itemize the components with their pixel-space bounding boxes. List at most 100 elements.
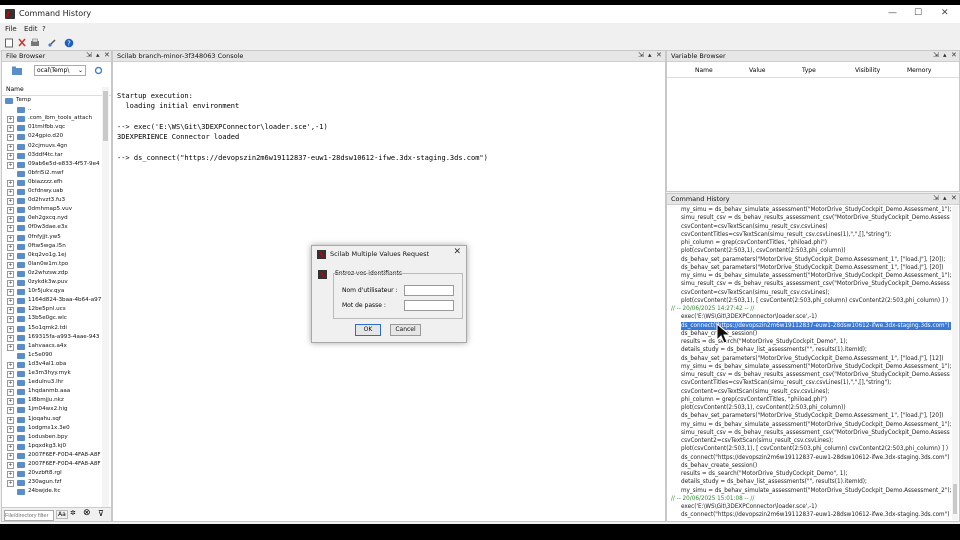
expand-icon[interactable]: + (7, 280, 14, 287)
menu-edit[interactable]: Edit (24, 25, 38, 33)
expand-icon[interactable]: + (7, 289, 14, 297)
expand-icon[interactable]: + (7, 143, 14, 151)
expand-icon[interactable]: + (7, 343, 14, 351)
folder-icon[interactable] (12, 66, 22, 75)
expand-icon[interactable]: + (7, 361, 14, 369)
help-icon[interactable]: ? (64, 38, 74, 48)
expand-icon[interactable]: + (7, 452, 14, 460)
history-entry[interactable]: my_simu = ds_behav_simulate_assessment("… (681, 487, 951, 495)
history-entry[interactable]: plot(csvContent(2:503,1), [ csvContent(2… (681, 445, 948, 453)
tree-item[interactable]: .. (2, 105, 102, 114)
history-entry[interactable]: ds_connect("https://devopszin2m6w1911283… (681, 511, 949, 519)
tree-item[interactable]: +0fnfyjjt.yw5 (2, 233, 102, 242)
maximize-button[interactable]: ☐ (914, 8, 922, 18)
history-entry[interactable]: phi_column = grep(csvContentTitles, "phi… (681, 396, 827, 404)
settings-icon[interactable]: ▴ (943, 51, 947, 59)
history-entry[interactable]: ds_behav_set_parameters("MotorDrive_Stud… (681, 412, 943, 420)
username-input[interactable] (404, 285, 454, 296)
history-entry[interactable]: my_simu = ds_behav_simulate_assessment("… (681, 206, 951, 214)
col-memory[interactable]: Memory (907, 67, 931, 74)
expand-icon[interactable]: + (7, 389, 14, 397)
col-name[interactable]: Name (695, 67, 713, 74)
expand-icon[interactable]: + (7, 471, 14, 479)
expand-icon[interactable]: + (7, 134, 14, 142)
history-entry[interactable]: csvContentTitles=csvTextScan(simu_result… (681, 231, 891, 239)
tree-item[interactable]: +0eh2gxcq.nyd (2, 214, 102, 224)
history-entry[interactable]: plot(csvContent(2:503,1), csvContent(2:5… (681, 404, 846, 412)
history-entry[interactable]: details_study = ds_behav_list_assessment… (681, 478, 867, 486)
tree-item[interactable]: +12be5pnl.ucs (2, 305, 102, 315)
undock-icon[interactable]: ⇲ (638, 51, 644, 59)
tree-item[interactable]: +20vzbft8.rgl (2, 469, 102, 479)
expand-icon[interactable]: + (7, 207, 14, 215)
tree-item[interactable]: +0dmhmap5.vuv (2, 205, 102, 215)
tree-item[interactable]: +0d2hvzt3.fu3 (2, 196, 102, 206)
tree-item[interactable]: +0biazzzz.efh (2, 178, 102, 187)
expand-icon[interactable]: + (7, 462, 14, 469)
history-entry[interactable]: csvContent=csvTextScan(simu_result_csv.c… (681, 388, 830, 396)
history-session-date[interactable]: // -- 20/06/2025 14:27:42 -- // (671, 305, 754, 313)
history-entry[interactable]: ds_behav_set_parameters("MotorDrive_Stud… (681, 355, 943, 363)
tree-item[interactable]: +1164d824-3baa-4b64-a97 (2, 296, 102, 306)
history-entry[interactable]: exec('E:\WS\Git\3DEXPConnector\loader.sc… (681, 503, 817, 511)
close-window-button[interactable]: ✕ (941, 8, 949, 18)
history-entry[interactable]: results = ds_search("MotorDrive_StudyCoc… (681, 470, 847, 478)
col-value[interactable]: Value (749, 67, 765, 74)
minimize-button[interactable]: — (888, 8, 897, 18)
expand-icon[interactable]: + (7, 225, 14, 233)
history-entry[interactable]: plot(csvContent(2:503,1), [ csvContent(2… (681, 297, 948, 305)
close-panel-icon[interactable]: ✕ (104, 51, 110, 59)
scrollbar-thumb[interactable] (103, 91, 108, 141)
history-entry[interactable]: ds_behav_create_session() (681, 462, 757, 470)
tree-item[interactable]: +0kq2vo1g.1ej (2, 251, 102, 260)
col-visibility[interactable]: Visibility (855, 67, 880, 74)
filter-icon[interactable]: ⊽ (98, 509, 104, 518)
menu-file[interactable]: File (5, 25, 17, 33)
tree-item[interactable]: 1c5e090 (2, 351, 102, 360)
file-tree-scrollbar[interactable] (102, 87, 109, 507)
expand-icon[interactable]: + (7, 416, 14, 424)
match-case-button[interactable]: Aa (56, 510, 68, 519)
tree-item[interactable]: +1pqxdkg3.kj0 (2, 442, 102, 451)
expand-icon[interactable]: + (7, 161, 14, 169)
column-header[interactable]: Name (2, 85, 111, 96)
tree-item[interactable]: + .com_ibm_tools_attach (2, 114, 102, 124)
close-panel-icon[interactable]: ✕ (951, 194, 957, 202)
history-entry[interactable]: phi_column = grep(csvContentTitles, "phi… (681, 239, 827, 247)
clear-icon[interactable] (47, 38, 57, 48)
tree-item[interactable]: +1odgms1x.3e0 (2, 424, 102, 433)
expand-icon[interactable]: + (7, 334, 14, 342)
history-entry[interactable]: simu_result_csv = ds_behav_results_asses… (681, 280, 950, 288)
tree-item[interactable]: 24bwjde.ltc (2, 487, 102, 496)
history-entry[interactable]: plot(csvContent(2:503,1), csvContent(2:5… (681, 247, 846, 255)
close-panel-icon[interactable]: ✕ (951, 51, 957, 59)
tree-root-temp[interactable]: Temp (2, 96, 102, 105)
tree-item[interactable]: +09ab6e5d-e833-4f57-9e4 (2, 160, 102, 169)
history-entry[interactable]: details_study = ds_behav_list_assessment… (681, 346, 867, 354)
expand-icon[interactable]: + (7, 252, 14, 260)
cut-icon[interactable] (17, 38, 27, 48)
expand-icon[interactable]: + (7, 116, 14, 124)
tree-item[interactable]: +2007F6EF-F0D4-4FA8-A8F (2, 460, 102, 469)
menu-help[interactable]: ? (42, 25, 46, 33)
print-icon[interactable] (30, 38, 40, 48)
expand-icon[interactable]: + (7, 380, 14, 388)
dialog-close-button[interactable]: ✕ (453, 247, 461, 257)
history-session-date[interactable]: // -- 20/06/2025 15:01:08 -- // (671, 495, 754, 503)
tree-item[interactable]: +1odusben.bpy (2, 433, 102, 442)
history-entry[interactable]: my_simu = ds_behav_simulate_assessment("… (681, 363, 951, 371)
tree-item[interactable]: +024gpio.d20 (2, 132, 102, 142)
password-input[interactable] (404, 300, 454, 311)
expand-icon[interactable]: + (7, 434, 14, 442)
expand-icon[interactable]: + (7, 443, 14, 451)
tree-item[interactable]: +1i8bmjju.nkz (2, 396, 102, 406)
expand-icon[interactable]: + (7, 234, 14, 242)
history-entry[interactable]: my_simu = ds_behav_simulate_assessment("… (681, 421, 951, 429)
undock-icon[interactable]: ⇲ (933, 51, 939, 59)
settings-icon[interactable]: ▴ (943, 194, 947, 202)
clear-filter-icon[interactable]: ⊗ (83, 508, 91, 518)
history-entry[interactable]: csvContentTitles=csvTextScan(simu_result… (681, 379, 891, 387)
expand-icon[interactable]: + (7, 179, 14, 187)
regex-icon[interactable]: ✲ (70, 509, 76, 517)
expand-icon[interactable]: + (7, 316, 14, 324)
